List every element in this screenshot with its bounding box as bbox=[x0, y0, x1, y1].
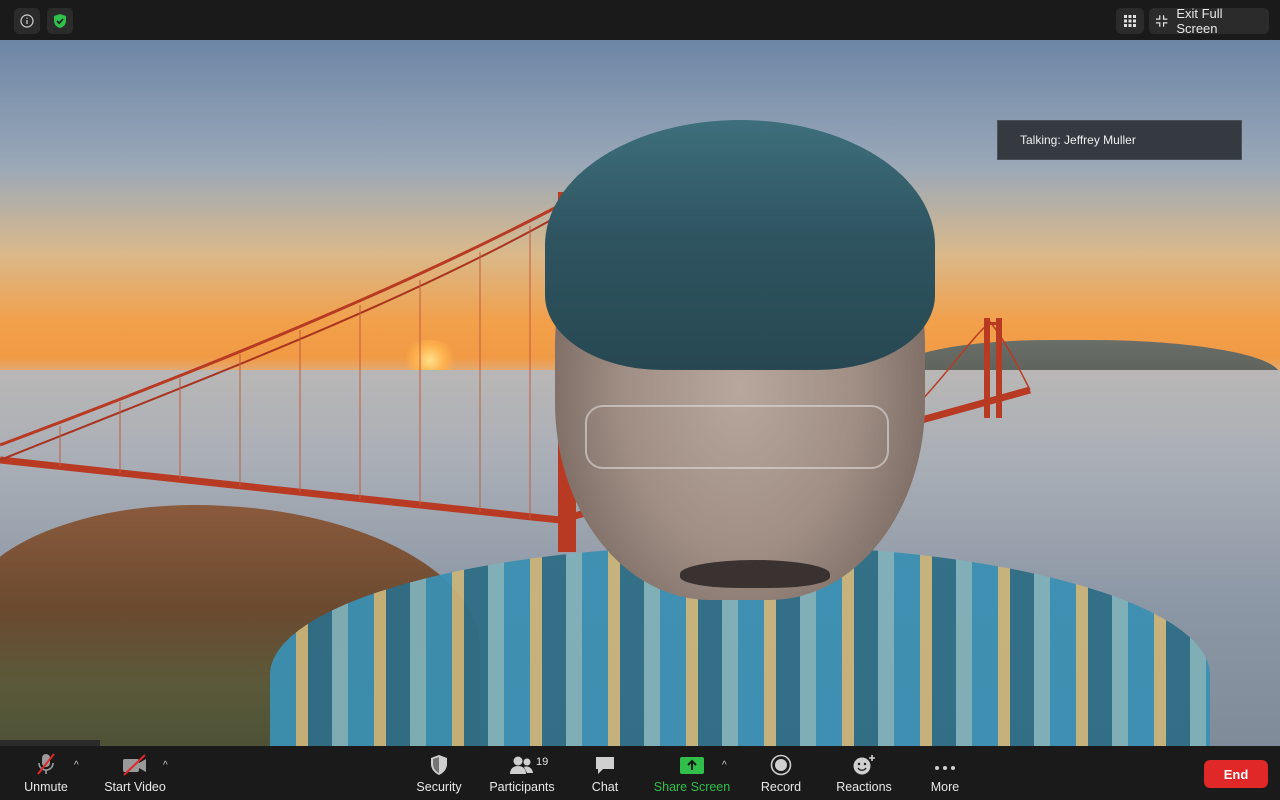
security-button[interactable]: Security bbox=[410, 746, 468, 800]
active-speaker-banner: Talking: Jeffrey Muller bbox=[997, 120, 1242, 160]
unmute-label: Unmute bbox=[24, 780, 68, 794]
collapse-icon bbox=[1155, 15, 1168, 27]
emoji-add-icon bbox=[853, 755, 875, 775]
record-label: Record bbox=[760, 780, 802, 794]
exit-full-screen-label: Exit Full Screen bbox=[1176, 6, 1223, 36]
audio-options-caret[interactable]: ^ bbox=[74, 760, 79, 771]
ellipsis-icon bbox=[935, 766, 955, 770]
record-button[interactable]: Record bbox=[756, 746, 806, 800]
start-video-label: Start Video bbox=[104, 780, 166, 794]
reactions-label: Reactions bbox=[836, 780, 892, 794]
video-options-caret[interactable]: ^ bbox=[163, 760, 168, 771]
more-label: More bbox=[930, 780, 960, 794]
share-options-caret[interactable]: ^ bbox=[722, 760, 727, 771]
reactions-button[interactable]: Reactions bbox=[832, 746, 896, 800]
video-camera-off-icon bbox=[123, 754, 146, 776]
participants-button[interactable]: Participants bbox=[486, 746, 558, 800]
exit-full-screen-button[interactable]: Exit Full Screen bbox=[1149, 6, 1269, 36]
person-glasses bbox=[585, 405, 889, 469]
speaker-video: Talking: Jeffrey Muller bbox=[0, 40, 1280, 746]
unmute-button[interactable]: Unmute bbox=[18, 746, 74, 800]
top-bar: Exit Full Screen bbox=[0, 0, 1280, 40]
share-screen-icon bbox=[680, 757, 704, 774]
active-speaker-label: Talking: Jeffrey Muller bbox=[1020, 133, 1136, 147]
shield-check-icon bbox=[54, 14, 66, 28]
info-icon bbox=[20, 14, 34, 28]
more-button[interactable]: More bbox=[925, 746, 965, 800]
meeting-info-button[interactable] bbox=[14, 8, 40, 34]
share-screen-label: Share Screen bbox=[653, 780, 731, 794]
meeting-toolbar: Unmute ^ Start Video ^ Security Particip… bbox=[0, 746, 1280, 800]
end-label: End bbox=[1223, 766, 1249, 782]
encryption-button[interactable] bbox=[47, 8, 73, 34]
participants-icon bbox=[510, 756, 533, 774]
end-meeting-button[interactable]: End bbox=[1204, 760, 1268, 788]
participants-label: Participants bbox=[489, 780, 555, 794]
chat-button[interactable]: Chat bbox=[585, 746, 625, 800]
security-label: Security bbox=[416, 780, 462, 794]
chat-bubble-icon bbox=[596, 757, 614, 774]
microphone-muted-icon bbox=[37, 753, 55, 775]
person-mustache bbox=[680, 560, 830, 588]
record-icon bbox=[770, 754, 792, 776]
shield-icon bbox=[431, 755, 447, 775]
chat-label: Chat bbox=[591, 780, 619, 794]
grid-icon bbox=[1124, 15, 1136, 27]
person-hair bbox=[545, 120, 935, 370]
participants-count: 19 bbox=[536, 756, 549, 768]
start-video-button[interactable]: Start Video bbox=[100, 746, 170, 800]
share-screen-button[interactable]: Share Screen bbox=[650, 746, 734, 800]
gallery-view-button[interactable] bbox=[1116, 8, 1144, 34]
